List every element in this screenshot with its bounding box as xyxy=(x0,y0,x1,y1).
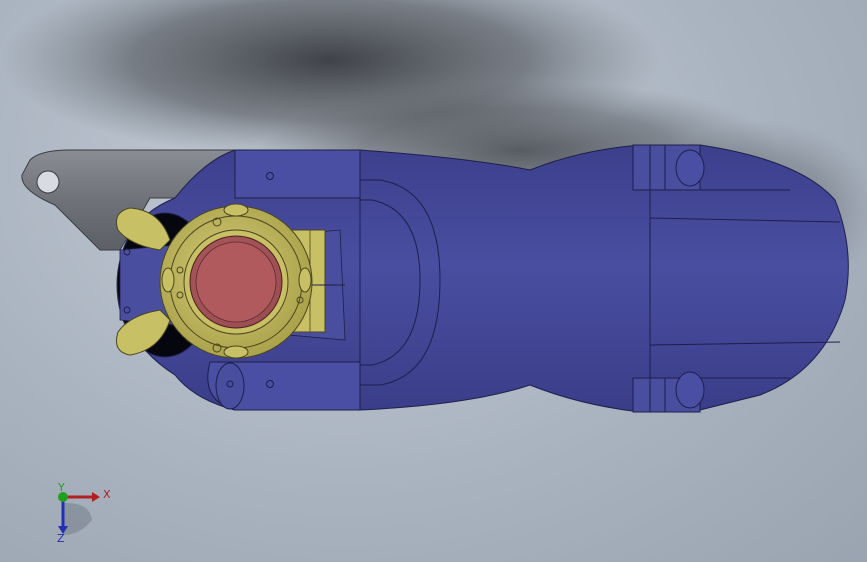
handle-hole xyxy=(36,170,60,194)
x-axis-head xyxy=(92,492,100,502)
model-canvas[interactable]: X Y Z xyxy=(0,0,867,562)
axis-triad: X Y Z xyxy=(57,481,111,545)
y-axis-label: Y xyxy=(57,481,65,494)
valve-cap[interactable] xyxy=(189,235,283,329)
x-axis-label: X xyxy=(103,488,111,501)
z-axis-label: Z xyxy=(57,532,65,545)
model-viewport[interactable]: X Y Z xyxy=(0,0,867,562)
